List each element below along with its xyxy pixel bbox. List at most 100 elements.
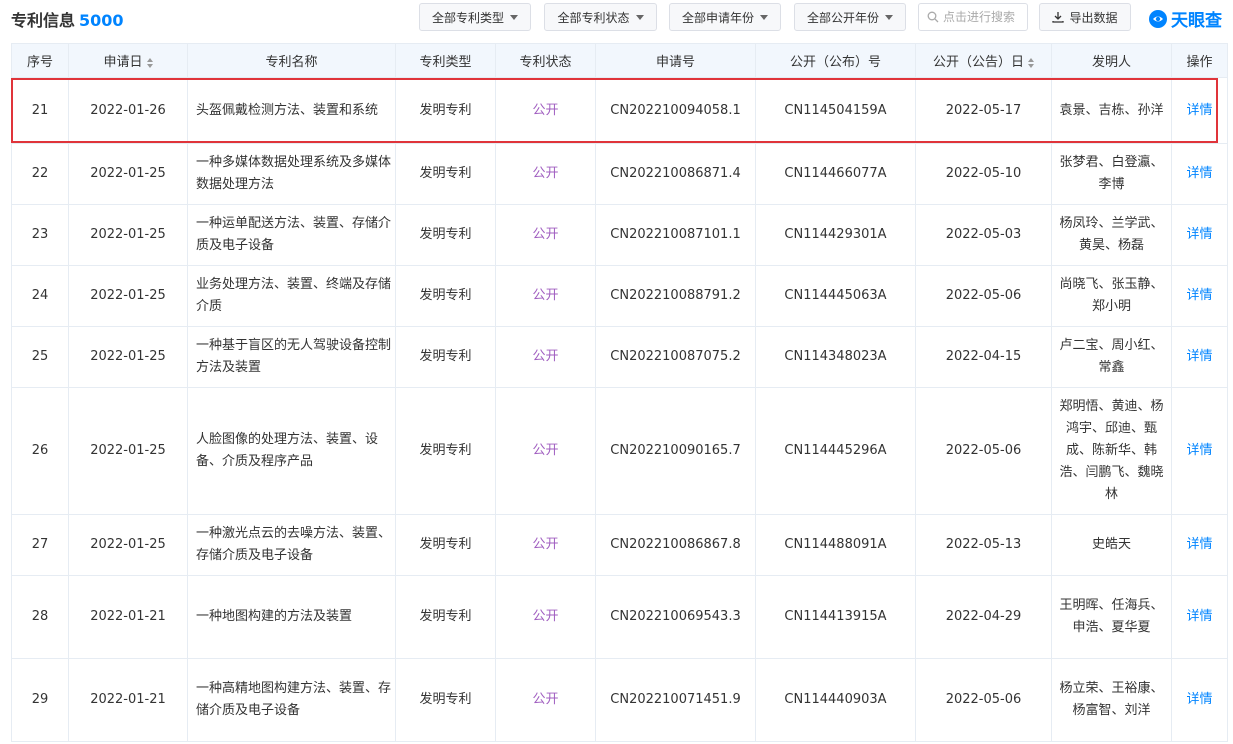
patent-status-filter[interactable]: 全部专利状态 (544, 3, 657, 31)
patent-type-filter[interactable]: 全部专利类型 (419, 3, 531, 31)
cell-date: 2022-01-25 (68, 143, 188, 205)
column-label: 申请日 (103, 55, 143, 70)
caret-down-icon (635, 14, 644, 20)
cell-no: 27 (11, 514, 69, 576)
caret-down-icon (510, 14, 518, 20)
search-input[interactable] (943, 10, 1027, 24)
table-row: 29 2022-01-21 一种高精地图构建方法、装置、存储介质及电子设备 发明专利公… (11, 658, 1228, 742)
cell-action: 详情 (1171, 77, 1228, 144)
detail-link[interactable]: 详情 (1186, 443, 1212, 458)
cell-pub-no: CN114429301A (755, 204, 916, 266)
column-header-pub-no: 公开（公布）号 (755, 43, 916, 78)
detail-link[interactable]: 详情 (1186, 227, 1212, 242)
cell-action: 详情 (1171, 514, 1228, 576)
search-icon (927, 11, 939, 23)
cell-status: 公开 (495, 265, 596, 327)
cell-action: 详情 (1171, 326, 1228, 388)
cell-app-no: CN202210090165.7 (595, 387, 756, 515)
cell-status: 公开 (495, 143, 596, 205)
cell-type: 发明专利 (395, 658, 496, 742)
caret-down-icon (885, 14, 893, 20)
cell-action: 详情 (1171, 575, 1228, 659)
cell-date: 2022-01-25 (68, 514, 188, 576)
column-header-status: 专利状态 (495, 43, 596, 78)
detail-link[interactable]: 详情 (1186, 609, 1212, 624)
column-header-no: 序号 (11, 43, 69, 78)
cell-no: 25 (11, 326, 69, 388)
cell-date: 2022-01-25 (68, 265, 188, 327)
cell-app-no: CN202210087075.2 (595, 326, 756, 388)
tianyancha-logo: 天眼查 (1148, 6, 1222, 31)
cell-no: 23 (11, 204, 69, 266)
detail-link[interactable]: 详情 (1186, 537, 1212, 552)
cell-name: 一种高精地图构建方法、装置、存储介质及电子设备 (187, 658, 396, 742)
cell-pub-no: CN114445063A (755, 265, 916, 327)
cell-type: 发明专利 (395, 143, 496, 205)
cell-type: 发明专利 (395, 265, 496, 327)
search-box[interactable] (918, 3, 1028, 31)
cell-inventors: 袁景、吉栋、孙洋 (1051, 77, 1172, 144)
cell-status: 公开 (495, 77, 596, 144)
cell-date: 2022-01-25 (68, 326, 188, 388)
cell-inventors: 卢二宝、周小红、常鑫 (1051, 326, 1172, 388)
filter-label: 全部专利类型 (431, 10, 504, 25)
cell-app-no: CN202210088791.2 (595, 265, 756, 327)
table-row: 23 2022-01-25 一种运单配送方法、装置、存储介质及电子设备 发明专利 公开 C… (11, 204, 1228, 266)
cell-no: 26 (11, 387, 69, 515)
cell-pub-date: 2022-05-13 (915, 514, 1052, 576)
cell-status: 公开 (495, 204, 596, 266)
table-row: 22 2022-01-25 一种多媒体数据处理系统及多媒体数据处理方法 发明专利 公开 C… (11, 143, 1228, 205)
cell-date: 2022-01-21 (68, 575, 188, 659)
cell-inventors: 杨立荣、王裕康、杨富智、刘洋 (1051, 658, 1172, 742)
cell-inventors: 王明晖、任海兵、申浩、夏华夏 (1051, 575, 1172, 659)
cell-type: 发明专利 (395, 575, 496, 659)
cell-pub-no: CN114348023A (755, 326, 916, 388)
cell-pub-no: CN114504159A (755, 77, 916, 144)
table-row: 24 2022-01-25 业务处理方法、装置、终端及存储介质 发明专利 公开 CN202… (11, 265, 1228, 327)
sort-icon (146, 57, 153, 68)
cell-date: 2022-01-25 (68, 387, 188, 515)
export-label: 导出数据 (1069, 10, 1118, 25)
table-header-row: 序号 申请日 专利名称 专利类型 专利状态 申请号 公开（公布）号 公开（公告）… (11, 43, 1228, 78)
cell-action: 详情 (1171, 265, 1228, 327)
filter-label: 全部申请年份 (681, 10, 754, 25)
detail-link[interactable]: 详情 (1186, 692, 1212, 707)
column-header-pub-date[interactable]: 公开（公告）日 (915, 43, 1052, 78)
export-button[interactable]: 导出数据 (1039, 3, 1131, 31)
detail-link[interactable]: 详情 (1186, 103, 1212, 118)
column-header-date[interactable]: 申请日 (68, 43, 188, 78)
table-row: 26 2022-01-25 人脸图像的处理方法、装置、设备、介质及程序产品 发明专利公… (11, 387, 1228, 515)
cell-inventors: 尚晓飞、张玉静、郑小明 (1051, 265, 1172, 327)
cell-date: 2022-01-26 (68, 77, 188, 144)
cell-pub-no: CN114413915A (755, 575, 916, 659)
cell-name: 一种地图构建的方法及装置 (187, 575, 396, 659)
cell-inventors: 史皓天 (1051, 514, 1172, 576)
cell-action: 详情 (1171, 204, 1228, 266)
cell-pub-no: CN114466077A (755, 143, 916, 205)
column-header-type: 专利类型 (395, 43, 496, 78)
cell-pub-date: 2022-04-29 (915, 575, 1052, 659)
cell-type: 发明专利 (395, 387, 496, 515)
result-count: 5000 (79, 11, 124, 30)
cell-no: 24 (11, 265, 69, 327)
logo-text: 天眼查 (1171, 11, 1222, 31)
cell-name: 一种运单配送方法、装置、存储介质及电子设备 (187, 204, 396, 266)
cell-status: 公开 (495, 326, 596, 388)
table-row: 25 2022-01-25 一种基于盲区的无人驾驶设备控制方法及装置 发明专利 公开 CN… (11, 326, 1228, 388)
cell-pub-date: 2022-05-17 (915, 77, 1052, 144)
detail-link[interactable]: 详情 (1186, 288, 1212, 303)
caret-down-icon (760, 14, 768, 20)
cell-no: 22 (11, 143, 69, 205)
cell-name: 一种激光点云的去噪方法、装置、存储介质及电子设备 (187, 514, 396, 576)
application-year-filter[interactable]: 全部申请年份 (669, 3, 781, 31)
publication-year-filter[interactable]: 全部公开年份 (794, 3, 906, 31)
detail-link[interactable]: 详情 (1186, 349, 1212, 364)
cell-app-no: CN202210086867.8 (595, 514, 756, 576)
cell-name: 一种多媒体数据处理系统及多媒体数据处理方法 (187, 143, 396, 205)
table-row: 27 2022-01-25 一种激光点云的去噪方法、装置、存储介质及电子设备 发明专利… (11, 514, 1228, 576)
cell-pub-no: CN114488091A (755, 514, 916, 576)
filter-label: 全部公开年份 (806, 10, 879, 25)
detail-link[interactable]: 详情 (1186, 166, 1212, 181)
cell-date: 2022-01-21 (68, 658, 188, 742)
column-header-app-no: 申请号 (595, 43, 756, 78)
